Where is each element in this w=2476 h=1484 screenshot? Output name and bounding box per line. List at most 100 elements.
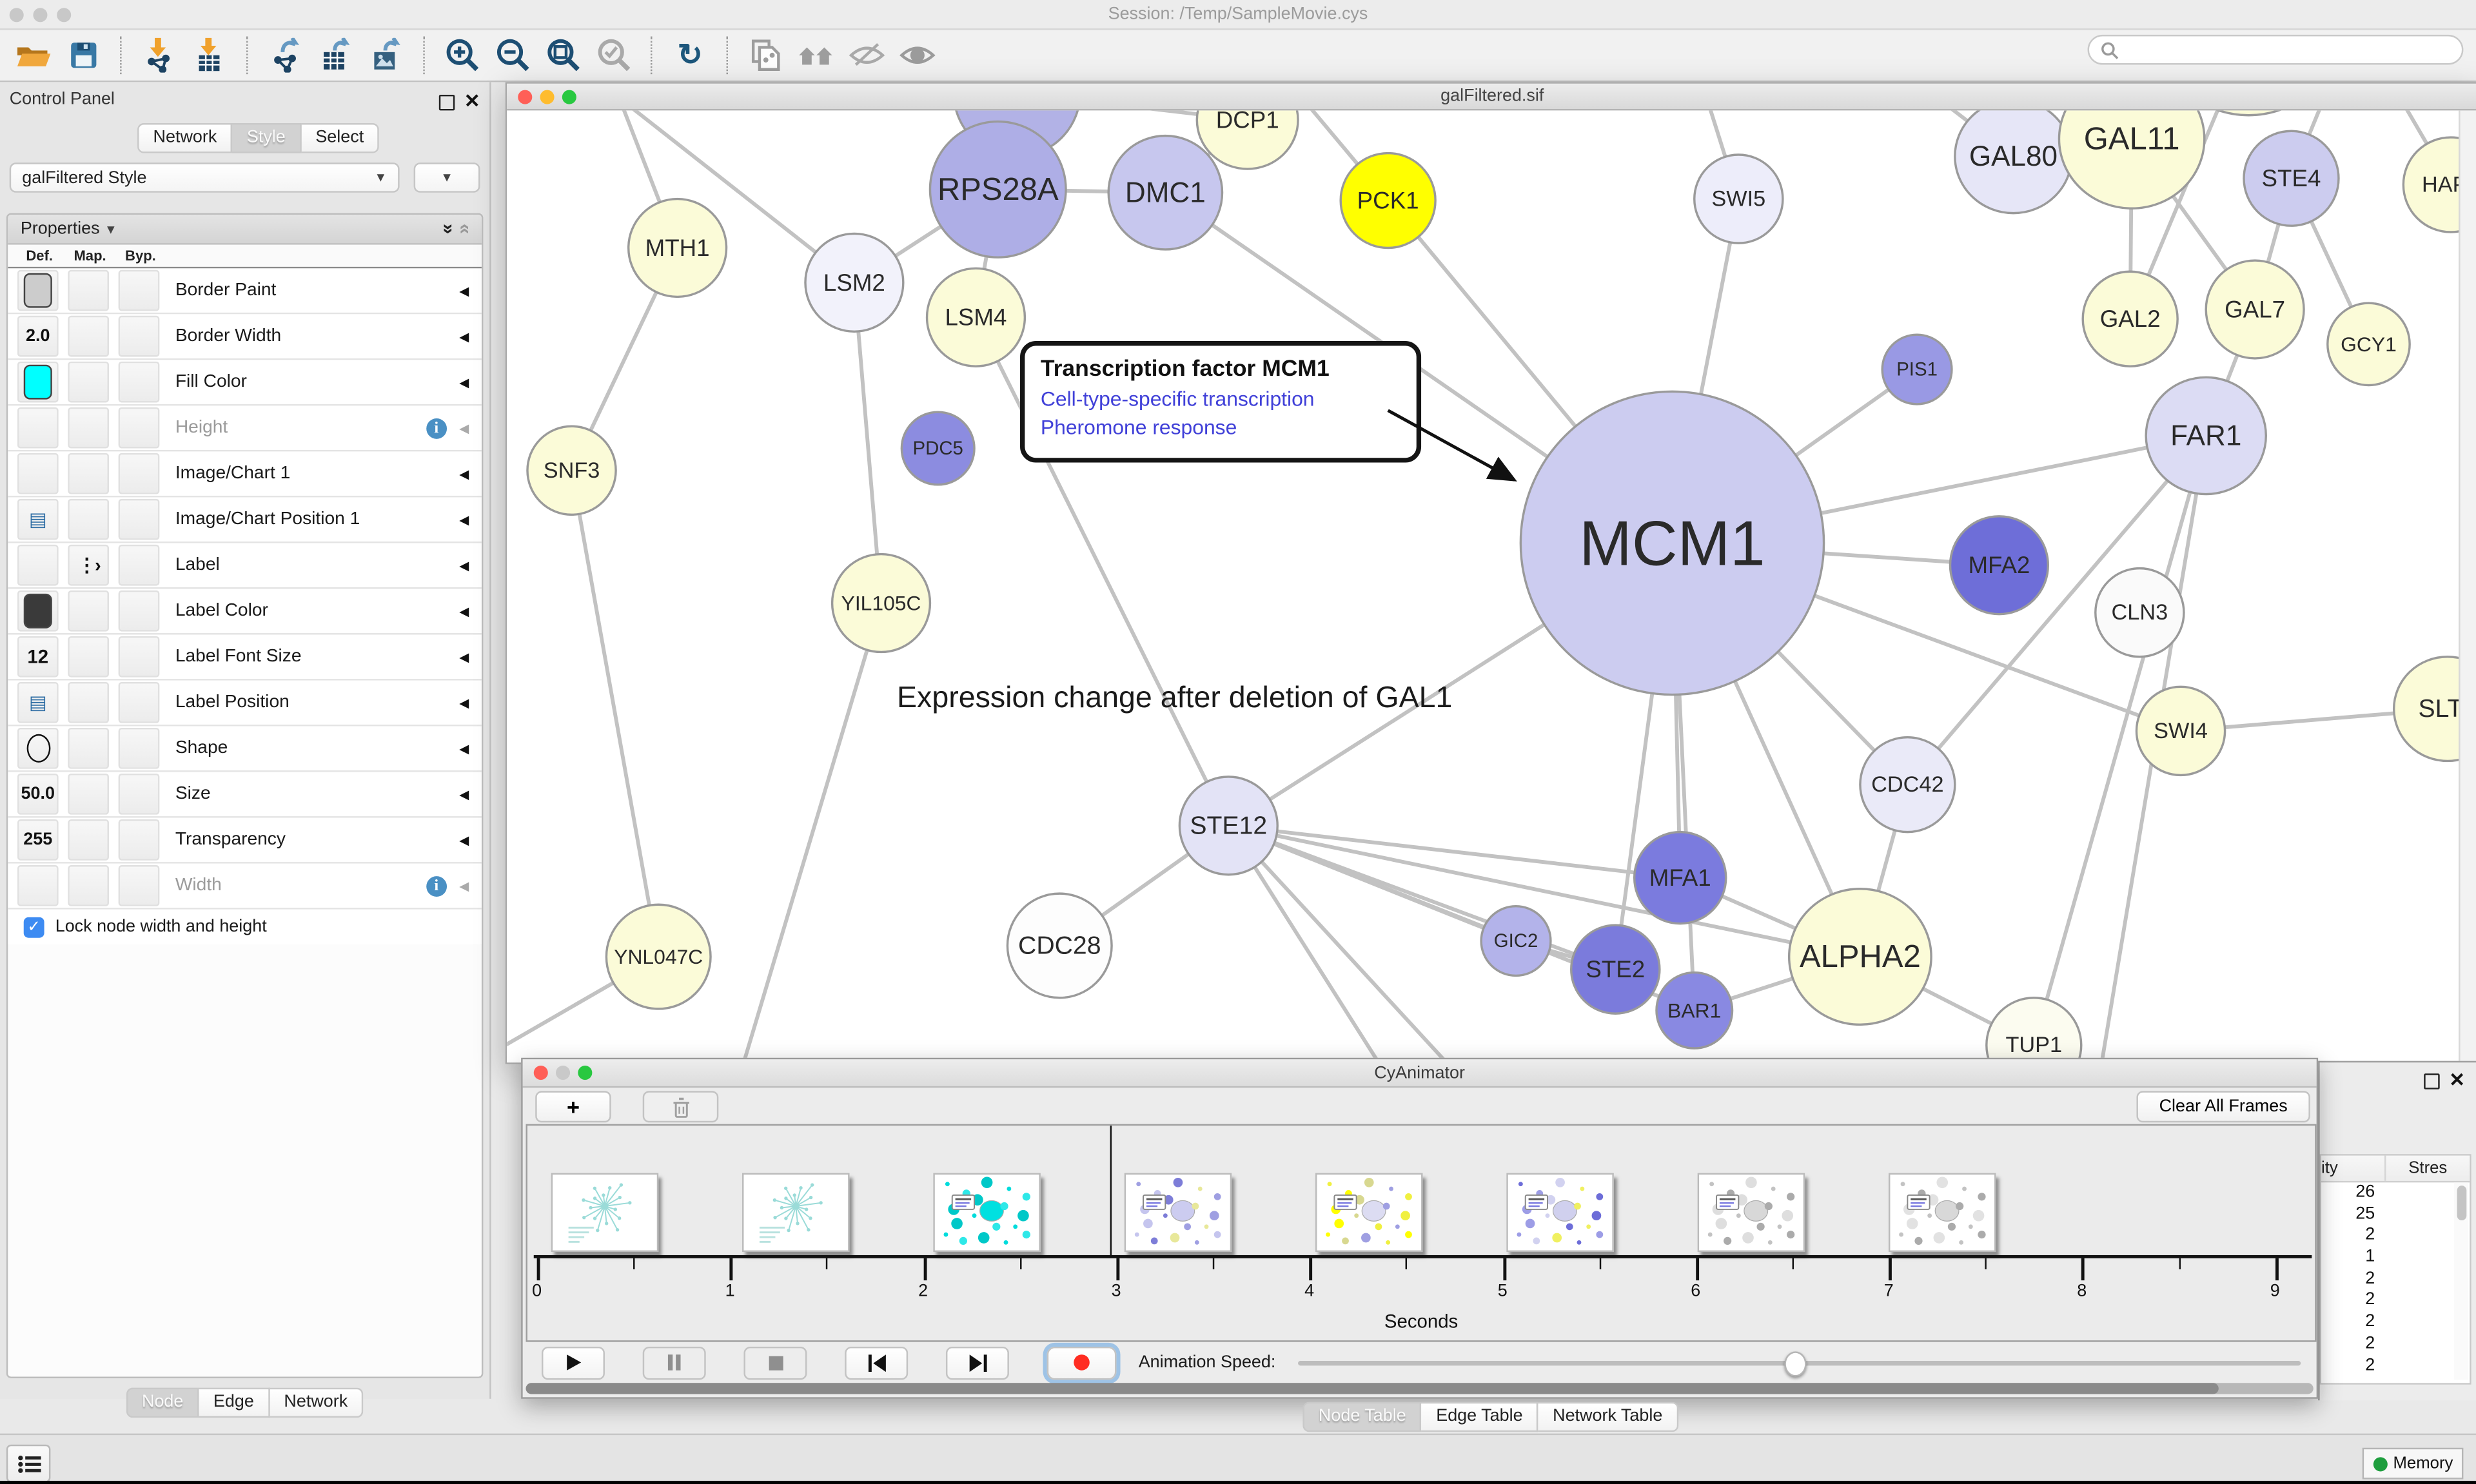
network-node-pck1[interactable]: PCK1 [1341,153,1435,248]
frame-thumbnail-2[interactable] [742,1173,850,1252]
collapse-all-icon[interactable]: » [453,224,475,234]
frame-thumbnail-4[interactable] [1125,1173,1232,1252]
network-node-gal80[interactable]: GAL80 [1955,110,2072,213]
network-node-ste12[interactable]: STE12 [1179,777,1277,875]
export-image-icon[interactable] [366,35,408,76]
network-node-rps28a[interactable]: RPS28A [930,122,1066,258]
memory-button[interactable]: Memory [2363,1448,2464,1479]
expand-row-icon[interactable]: ◀ [459,375,469,389]
column-header-stress[interactable]: Stres [2384,1156,2470,1181]
network-node-slt2[interactable]: SLT2 [2394,657,2461,761]
delete-frame-button[interactable] [643,1091,719,1122]
network-node-alpha2[interactable]: ALPHA2 [1789,889,1931,1025]
annotation-box[interactable]: Transcription factor MCM1 Cell-type-spec… [1020,341,1421,463]
tab-network-bottom[interactable]: Network [270,1388,363,1418]
save-session-icon[interactable] [63,35,104,76]
zoom-in-icon[interactable] [442,35,484,76]
results-row[interactable]: 2 [2321,1312,2470,1334]
stop-button[interactable] [743,1346,807,1379]
network-node-ynl047c[interactable]: YNL047C [606,904,711,1009]
expand-row-icon[interactable]: ◀ [459,421,469,435]
network-node-mcm1[interactable]: MCM1 [1520,391,1823,694]
network-node-pdc5[interactable]: PDC5 [901,412,974,485]
network-node-far1[interactable]: FAR1 [2146,377,2266,494]
network-edge[interactable] [572,471,659,957]
open-session-icon[interactable] [13,35,54,76]
close-panel-icon[interactable]: ✕ [2449,1066,2465,1094]
skip-end-button[interactable] [946,1346,1009,1379]
tab-edge-table[interactable]: Edge Table [1422,1402,1538,1432]
property-row[interactable]: ▤Label Position◀ [8,681,482,727]
results-scrollbar[interactable] [2454,1182,2468,1380]
property-row[interactable]: 2.0Border Width◀ [8,314,482,360]
network-node-lsm2[interactable]: LSM2 [805,233,903,331]
expand-row-icon[interactable]: ◀ [459,650,469,664]
expand-row-icon[interactable]: ◀ [459,604,469,618]
tab-style[interactable]: Style [233,123,301,153]
frame-thumbnail-7[interactable] [1698,1173,1805,1252]
property-row[interactable]: 12Label Font Size◀ [8,634,482,680]
network-node-mfa2[interactable]: MFA2 [1950,516,2048,614]
expand-row-icon[interactable]: ◀ [459,329,469,344]
results-row[interactable]: 2 [2321,1269,2470,1291]
lock-node-size-row[interactable]: ✓ Lock node width and height [8,910,482,944]
zoom-fit-icon[interactable] [543,35,584,76]
float-panel-icon[interactable] [2424,1069,2439,1097]
export-table-icon[interactable] [316,35,357,76]
expand-row-icon[interactable]: ◀ [459,284,469,298]
tab-node-table[interactable]: Node Table [1302,1402,1422,1432]
frame-thumbnail-1[interactable] [551,1173,659,1252]
network-canvas[interactable]: DCP1RPS28ADMC1PCK1MTH1LSM2LSM4SNF3PDC5YI… [507,110,2460,1062]
clear-all-frames-button[interactable]: Clear All Frames [2136,1091,2310,1122]
style-selector[interactable]: galFiltered Style▼ [10,162,400,193]
home-icon[interactable] [796,35,837,76]
network-node-tup1[interactable]: TUP1 [1987,998,2081,1062]
network-node-swi4[interactable]: SWI4 [2136,687,2225,775]
copy-view-icon[interactable] [745,35,787,76]
animator-horizontal-scrollbar[interactable] [526,1383,2314,1394]
results-row[interactable]: 2 [2321,1355,2470,1377]
property-row[interactable]: ⋮›Label◀ [8,543,482,589]
import-table-icon[interactable] [190,35,231,76]
property-row[interactable]: Widthi◀ [8,864,482,910]
network-node-lsm4[interactable]: LSM4 [927,268,1025,366]
color-swatch[interactable] [24,273,52,308]
column-header-centrality[interactable]: ity [2321,1156,2384,1181]
network-edge[interactable] [743,603,881,1063]
expand-row-icon[interactable]: ◀ [459,513,469,527]
network-node-swi5[interactable]: SWI5 [1695,155,1783,243]
search-input[interactable] [2088,35,2464,65]
timeline-playhead[interactable] [1110,1126,1112,1256]
network-node-cdc28[interactable]: CDC28 [1007,893,1112,998]
network-vertical-scrollbar[interactable] [2459,110,2476,1062]
property-row[interactable]: 50.0Size◀ [8,772,482,818]
results-row[interactable]: 2 [2321,1225,2470,1247]
import-network-icon[interactable] [139,35,181,76]
tab-network-table[interactable]: Network Table [1538,1402,1678,1432]
task-history-button[interactable] [6,1445,51,1483]
close-panel-icon[interactable]: ✕ [464,87,480,115]
results-row[interactable]: 26 [2321,1182,2470,1204]
results-row[interactable]: 2 [2321,1334,2470,1356]
expand-row-icon[interactable]: ◀ [459,833,469,847]
property-row[interactable]: Image/Chart 1◀ [8,451,482,497]
export-network-icon[interactable] [265,35,306,76]
expand-row-icon[interactable]: ◀ [459,696,469,710]
network-node-gal2[interactable]: GAL2 [2083,271,2177,366]
property-row[interactable]: Border Paint◀ [8,268,482,314]
annotation-link[interactable]: Cell-type-specific transcription [1041,387,1400,411]
float-panel-icon[interactable] [439,90,455,119]
pause-button[interactable] [643,1346,706,1379]
network-node-ste2[interactable]: STE2 [1571,925,1660,1013]
network-window-titlebar[interactable]: galFiltered.sif [507,84,2476,111]
property-row[interactable]: Shape◀ [8,727,482,772]
property-row[interactable]: Label Color◀ [8,589,482,634]
tab-network[interactable]: Network [137,123,233,153]
property-row[interactable]: 255Transparency◀ [8,818,482,864]
record-button[interactable] [1047,1346,1117,1379]
property-row[interactable]: Heighti◀ [8,405,482,451]
show-panel-icon[interactable] [897,35,938,76]
tab-node[interactable]: Node [126,1388,199,1418]
play-button[interactable] [542,1346,605,1379]
network-node-cln3[interactable]: CLN3 [2096,569,2184,657]
